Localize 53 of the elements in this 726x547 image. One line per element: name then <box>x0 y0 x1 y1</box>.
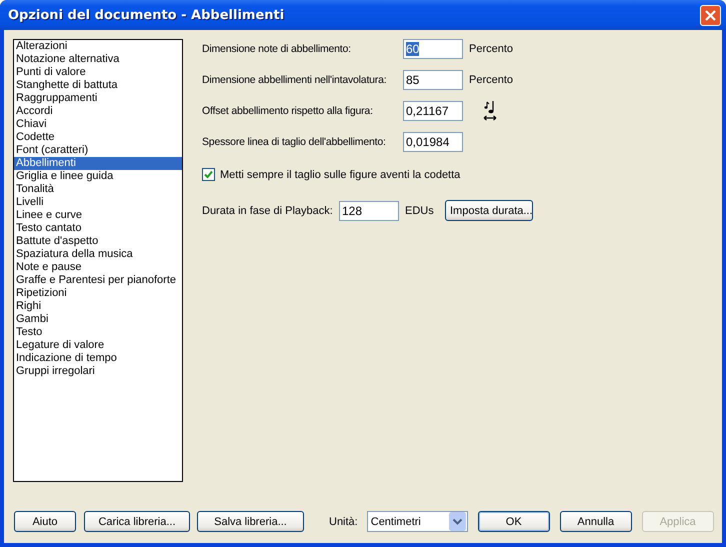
list-item[interactable]: Note e pause <box>14 261 182 274</box>
list-item[interactable]: Raggruppamenti <box>14 92 182 105</box>
list-item[interactable]: Stanghette di battuta <box>14 79 182 92</box>
field-label: Dimensione abbellimenti nell'intavolatura: <box>202 74 388 86</box>
list-item[interactable]: Notazione alternativa <box>14 53 182 66</box>
input-field[interactable]: 0,01984 <box>403 132 463 152</box>
list-item[interactable]: Righi <box>14 300 182 313</box>
unit-label: Percento <box>469 42 514 54</box>
field-label: Offset abbellimento rispetto alla figura: <box>202 104 374 116</box>
list-item[interactable]: Abbellimenti <box>14 157 182 170</box>
checkbox-label: Metti sempre il taglio sulle figure aventi la codetta <box>220 168 460 180</box>
list-item[interactable]: Tonalità <box>14 183 182 196</box>
grace-note-offset-icon <box>483 100 497 122</box>
field-label: Dimensione note di abbellimento: <box>202 42 352 54</box>
footer-button[interactable]: Carica libreria... <box>84 511 190 532</box>
footer-button[interactable]: Aiuto <box>14 511 76 532</box>
list-item[interactable]: Punti di valore <box>14 66 182 79</box>
list-item[interactable]: Accordi <box>14 105 182 118</box>
units-label: Unità: <box>329 516 358 528</box>
list-item[interactable]: Livelli <box>14 196 182 209</box>
list-item[interactable]: Gruppi irregolari <box>14 365 182 378</box>
footer-button[interactable]: OK <box>478 511 550 532</box>
list-item[interactable]: Font (caratteri) <box>14 144 182 157</box>
input-field[interactable]: 128 <box>339 200 399 220</box>
footer-button[interactable]: Salva libreria... <box>197 511 304 532</box>
list-item[interactable]: Ripetizioni <box>14 287 182 300</box>
footer-button[interactable]: Annulla <box>560 511 632 532</box>
field-label: Spessore linea di taglio dell'abbellimento: <box>202 136 387 148</box>
unit-label: EDUs <box>405 204 435 216</box>
close-button[interactable] <box>700 4 721 26</box>
list-item[interactable]: Linee e curve <box>14 209 182 222</box>
list-item[interactable]: Griglia e linee guida <box>14 170 182 183</box>
list-item[interactable]: Spaziatura della musica <box>14 248 182 261</box>
list-item[interactable]: Codette <box>14 131 182 144</box>
close-icon <box>704 8 717 22</box>
unit-label: Percento <box>469 74 514 86</box>
list-item[interactable]: Gambi <box>14 313 182 326</box>
list-item[interactable]: Alterazioni <box>14 40 182 53</box>
list-item[interactable]: Legature di valore <box>14 339 182 352</box>
input-field[interactable]: 85 <box>403 70 463 90</box>
list-item[interactable]: Testo <box>14 326 182 339</box>
input-field[interactable]: 0,21167 <box>403 100 463 120</box>
list-item[interactable]: Testo cantato <box>14 222 182 235</box>
list-item[interactable]: Chiavi <box>14 118 182 131</box>
list-item[interactable]: Graffe e Parentesi per pianoforte <box>14 274 182 287</box>
list-item[interactable]: Indicazione di tempo <box>14 352 182 365</box>
input-field[interactable]: 60 <box>403 38 463 58</box>
set-duration-button[interactable]: Imposta durata... <box>445 200 533 221</box>
field-label: Durata in fase di Playback: <box>202 204 334 216</box>
list-item[interactable]: Battute d'aspetto <box>14 235 182 248</box>
checkbox[interactable] <box>202 168 215 181</box>
units-dropdown[interactable]: Centimetri <box>366 511 468 532</box>
window-title: Opzioni del documento - Abbellimenti <box>8 8 286 22</box>
